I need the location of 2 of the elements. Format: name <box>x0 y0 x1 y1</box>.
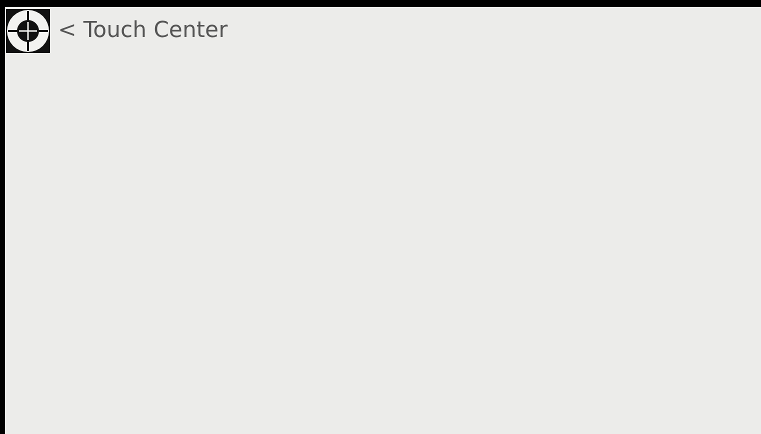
crosshair-icon[interactable] <box>6 9 50 53</box>
back-link[interactable]: < Touch Center <box>58 20 228 42</box>
